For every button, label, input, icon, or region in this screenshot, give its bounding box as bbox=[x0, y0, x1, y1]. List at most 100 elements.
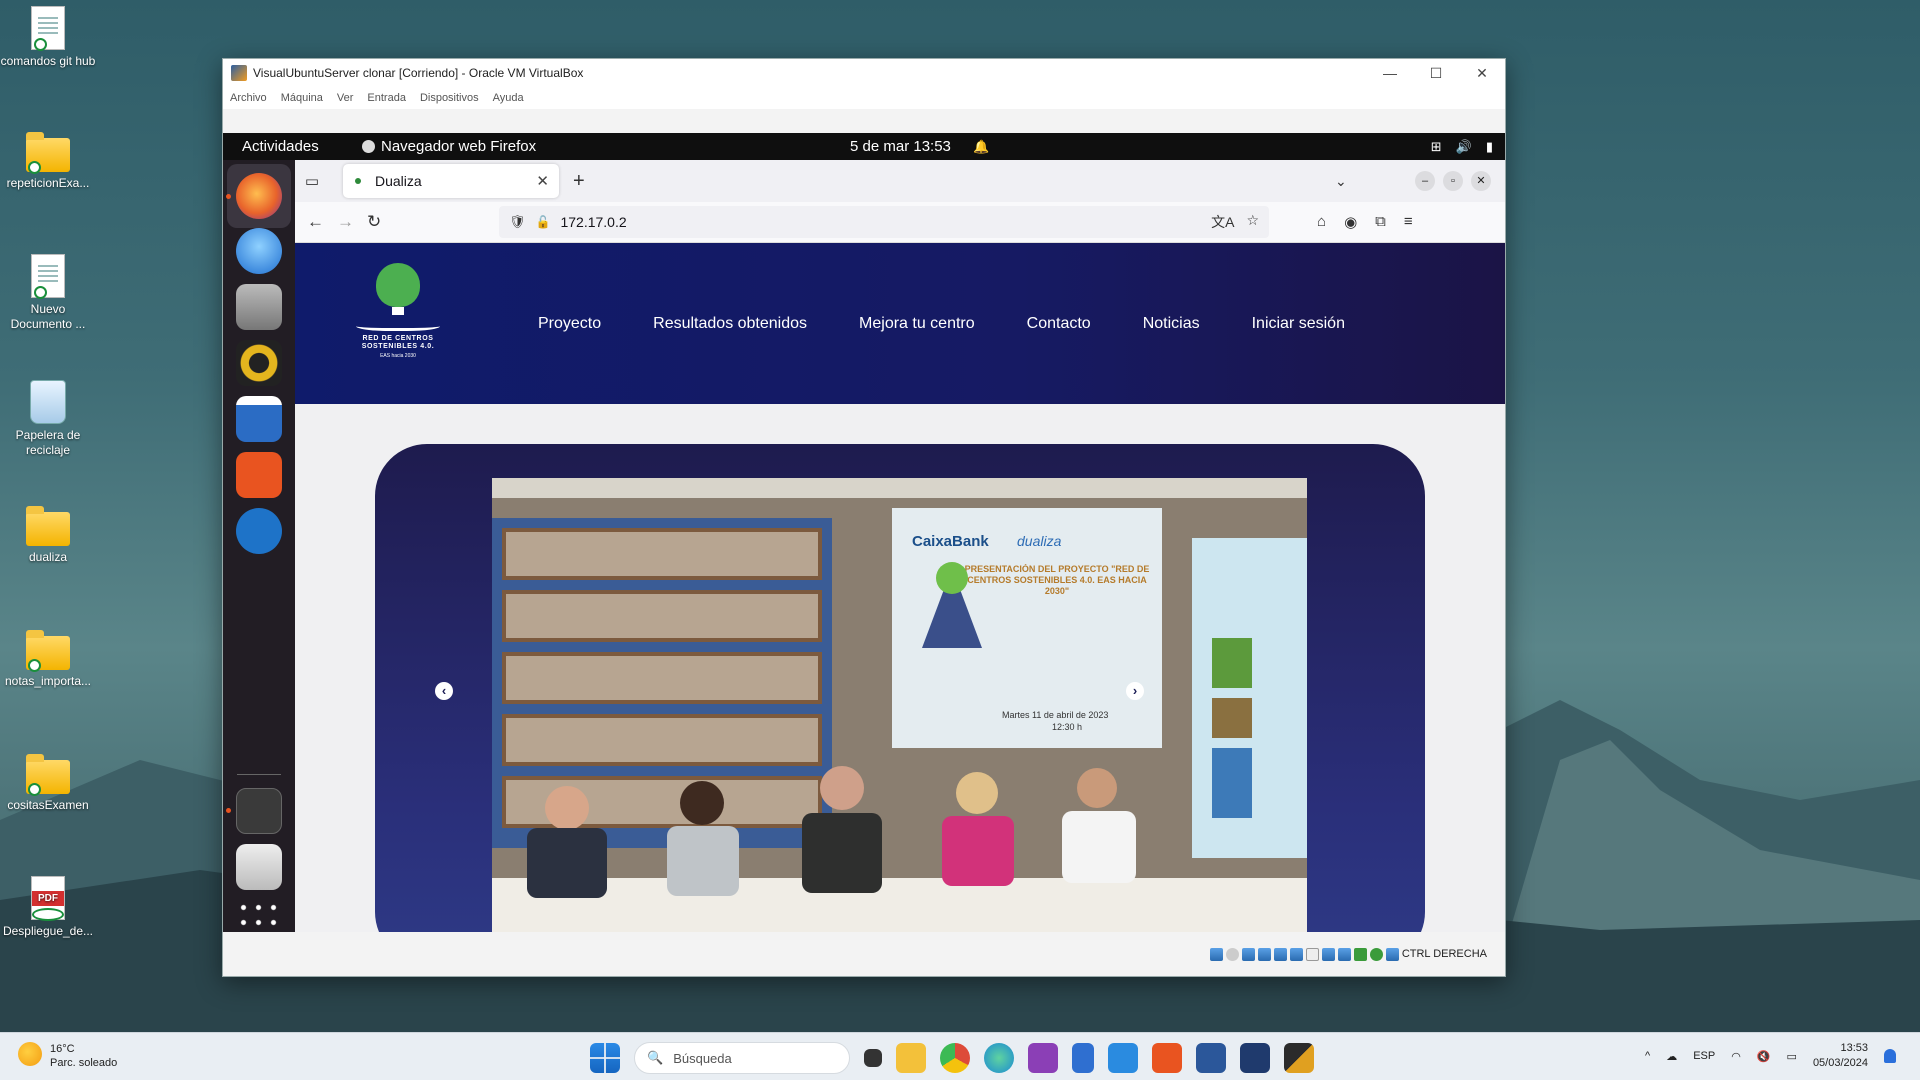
activities-button[interactable]: Actividades bbox=[223, 138, 337, 155]
dock-terminal-icon[interactable] bbox=[236, 788, 282, 834]
ff-close-button[interactable]: ✕ bbox=[1471, 171, 1491, 191]
usb-status-icon[interactable] bbox=[1273, 947, 1287, 961]
pocket-icon[interactable]: ⌂ bbox=[1317, 213, 1326, 231]
nav-contacto[interactable]: Contacto bbox=[1027, 315, 1091, 333]
dock-thunderbird-icon[interactable] bbox=[236, 228, 282, 274]
url-bar[interactable]: 🛡 🔓 172.17.0.2 文A ☆ bbox=[499, 206, 1269, 238]
word-icon[interactable] bbox=[1196, 1043, 1226, 1073]
start-button[interactable] bbox=[590, 1043, 620, 1073]
desktop-icon-notas-importa[interactable]: notas_importa... bbox=[0, 628, 96, 689]
desktop-icon-cositasexamen[interactable]: cositasExamen bbox=[0, 752, 96, 813]
folder-icon bbox=[26, 506, 70, 546]
network-status-icon[interactable] bbox=[1257, 947, 1271, 961]
ff-restore-button[interactable]: ▫ bbox=[1443, 171, 1463, 191]
tray-clock[interactable]: 13:53 05/03/2024 bbox=[1813, 1041, 1868, 1071]
tab-dualiza[interactable]: Dualiza ✕ bbox=[343, 164, 559, 198]
firefox-view-icon[interactable]: ▭ bbox=[295, 172, 329, 190]
shared-folder-icon[interactable] bbox=[1289, 947, 1303, 961]
optical-drive-icon[interactable] bbox=[1225, 947, 1239, 961]
desktop-icon-repeticionexa[interactable]: repeticionExa... bbox=[0, 130, 96, 191]
onedrive-icon[interactable]: ☁ bbox=[1666, 1050, 1677, 1063]
maximize-button[interactable]: ☐ bbox=[1413, 65, 1459, 82]
extensions-icon[interactable]: ⧉ bbox=[1375, 213, 1386, 231]
weather-widget[interactable]: 16°C Parc. soleado bbox=[18, 1042, 117, 1070]
hamburger-menu-icon[interactable]: ≡ bbox=[1404, 213, 1413, 231]
dock-writer-icon[interactable] bbox=[236, 396, 282, 442]
display-status-icon[interactable] bbox=[1305, 947, 1319, 961]
audio-status-icon[interactable] bbox=[1241, 947, 1255, 961]
chevron-up-icon[interactable]: ^ bbox=[1645, 1050, 1650, 1062]
site-logo[interactable]: RED DE CENTROS SOSTENIBLES 4.0. EAS haci… bbox=[353, 263, 443, 359]
dock-trash-icon[interactable] bbox=[236, 844, 282, 890]
insecure-lock-icon[interactable]: 🔓 bbox=[536, 215, 551, 229]
nav-noticias[interactable]: Noticias bbox=[1143, 315, 1200, 333]
gnome-clock[interactable]: 5 de mar 13:53 bbox=[850, 138, 951, 155]
nav-iniciar-sesion[interactable]: Iniciar sesión bbox=[1252, 315, 1345, 333]
menu-entrada[interactable]: Entrada bbox=[367, 92, 406, 104]
tab-close-icon[interactable]: ✕ bbox=[536, 172, 549, 190]
vscode-icon[interactable] bbox=[1108, 1043, 1138, 1073]
account-icon[interactable]: ◉ bbox=[1344, 213, 1357, 231]
nav-mejora-centro[interactable]: Mejora tu centro bbox=[859, 315, 975, 333]
battery-tray-icon[interactable]: ▭ bbox=[1787, 1050, 1797, 1063]
notepad-icon[interactable] bbox=[1072, 1043, 1094, 1073]
bookmark-star-icon[interactable]: ☆ bbox=[1246, 212, 1259, 232]
menu-dispositivos[interactable]: Dispositivos bbox=[420, 92, 479, 104]
dock-app-center-icon[interactable] bbox=[236, 452, 282, 498]
keyboard-capture-icon[interactable] bbox=[1385, 947, 1399, 961]
nav-proyecto[interactable]: Proyecto bbox=[538, 315, 601, 333]
wifi-icon[interactable]: ◠ bbox=[1731, 1050, 1741, 1063]
desktop-icon-dualiza[interactable]: dualiza bbox=[0, 504, 96, 565]
notification-bell-icon[interactable]: 🔔 bbox=[973, 139, 989, 155]
notification-bell-icon[interactable] bbox=[1884, 1049, 1896, 1063]
mouse-integration-icon[interactable] bbox=[1353, 947, 1367, 961]
reload-button[interactable]: ↻ bbox=[367, 212, 381, 232]
cpu-status-icon[interactable] bbox=[1337, 947, 1351, 961]
new-tab-button[interactable]: + bbox=[573, 170, 585, 193]
task-view-icon[interactable] bbox=[864, 1049, 882, 1067]
desktop-icon-nuevo-documento[interactable]: Nuevo Documento ... bbox=[0, 254, 96, 332]
menu-maquina[interactable]: Máquina bbox=[281, 92, 323, 104]
mute-volume-icon[interactable]: 🔇 bbox=[1757, 1050, 1771, 1063]
nav-resultados[interactable]: Resultados obtenidos bbox=[653, 315, 807, 333]
desktop-icon-comandos-git-hub[interactable]: comandos git hub bbox=[0, 6, 96, 69]
menu-ayuda[interactable]: Ayuda bbox=[493, 92, 524, 104]
app-menu[interactable]: Navegador web Firefox bbox=[362, 138, 536, 155]
close-button[interactable]: ✕ bbox=[1459, 65, 1505, 82]
url-text[interactable]: 172.17.0.2 bbox=[560, 214, 626, 230]
ff-minimize-button[interactable]: – bbox=[1415, 171, 1435, 191]
list-all-tabs-icon[interactable]: ⌄ bbox=[1335, 173, 1347, 190]
system-menu[interactable]: ⊞ 🔊 ▮ bbox=[1431, 139, 1493, 155]
vbox-titlebar[interactable]: VisualUbuntuServer clonar [Corriendo] - … bbox=[223, 59, 1505, 87]
purple-app-icon[interactable] bbox=[1028, 1043, 1058, 1073]
hdd-status-icon[interactable] bbox=[1209, 947, 1223, 961]
dock-firefox-icon[interactable] bbox=[236, 173, 282, 219]
virtualbox-taskbar-icon[interactable] bbox=[1240, 1043, 1270, 1073]
file-explorer-icon[interactable] bbox=[896, 1043, 926, 1073]
taskbar-search[interactable]: 🔍 Búsqueda bbox=[634, 1042, 850, 1074]
menu-ver[interactable]: Ver bbox=[337, 92, 354, 104]
recording-status-icon[interactable] bbox=[1321, 947, 1335, 961]
forward-button[interactable]: → bbox=[337, 212, 354, 232]
carousel-prev-button[interactable]: ‹ bbox=[435, 682, 453, 700]
dock-files-icon[interactable] bbox=[236, 284, 282, 330]
language-indicator[interactable]: ESP bbox=[1693, 1050, 1715, 1062]
dock-rhythmbox-icon[interactable] bbox=[236, 340, 282, 386]
guest-additions-icon[interactable] bbox=[1369, 947, 1383, 961]
back-button[interactable]: ← bbox=[307, 212, 324, 232]
dock-show-apps-icon[interactable] bbox=[236, 900, 282, 930]
dock-help-icon[interactable] bbox=[236, 508, 282, 554]
translate-icon[interactable]: 文A bbox=[1211, 212, 1234, 232]
tracking-shield-icon[interactable]: 🛡 bbox=[509, 214, 526, 230]
ubuntu-app-icon[interactable] bbox=[1152, 1043, 1182, 1073]
minimize-button[interactable]: — bbox=[1367, 65, 1413, 82]
desktop-icon-papelera[interactable]: Papelera de reciclaje bbox=[0, 380, 96, 458]
edge-icon[interactable] bbox=[984, 1043, 1014, 1073]
carousel-next-button[interactable]: › bbox=[1126, 682, 1144, 700]
dark-app-icon[interactable] bbox=[1284, 1043, 1314, 1073]
desktop-icon-despliegue[interactable]: PDF Despliegue_de... bbox=[0, 876, 96, 939]
chrome-icon[interactable] bbox=[940, 1043, 970, 1073]
menu-archivo[interactable]: Archivo bbox=[230, 92, 267, 104]
host-key-label[interactable]: CTRL DERECHA bbox=[1402, 948, 1487, 960]
guest-screen[interactable]: Actividades Navegador web Firefox 5 de m… bbox=[223, 133, 1505, 934]
